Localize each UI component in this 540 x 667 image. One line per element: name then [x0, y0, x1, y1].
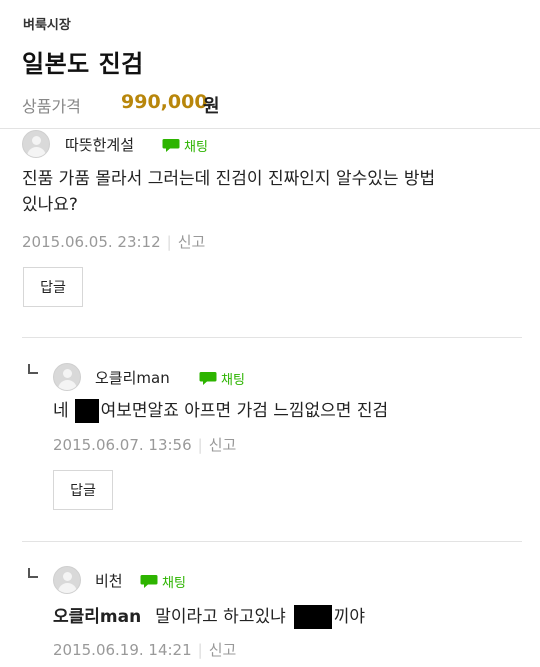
- divider: [22, 337, 522, 338]
- price-unit: 원: [203, 96, 220, 117]
- avatar[interactable]: [53, 566, 81, 594]
- comment-meta: 2015.06.05. 23:12 | 신고: [22, 233, 206, 251]
- chat-bubble-icon: [162, 139, 180, 152]
- product-title: 일본도 진검: [22, 50, 144, 78]
- chat-link[interactable]: 채팅: [162, 136, 208, 155]
- avatar[interactable]: [22, 130, 50, 158]
- comment-date: 2015.06.05. 23:12: [22, 233, 161, 251]
- report-link[interactable]: 신고: [209, 436, 237, 454]
- chat-link[interactable]: 채팅: [199, 369, 245, 388]
- comment-author[interactable]: 따뜻한계설: [65, 134, 134, 155]
- redaction-block: [293, 605, 332, 629]
- chat-bubble-icon: [199, 372, 217, 385]
- report-link[interactable]: 신고: [209, 641, 237, 659]
- chat-bubble-icon: [140, 575, 158, 588]
- reply-button[interactable]: 답글: [23, 267, 83, 307]
- market-name: 벼룩시장: [23, 18, 71, 33]
- comment-date: 2015.06.07. 13:56: [53, 436, 192, 454]
- chat-link[interactable]: 채팅: [140, 572, 186, 591]
- comment-meta: 2015.06.07. 13:56 | 신고: [53, 436, 237, 454]
- divider: [22, 541, 522, 542]
- reply-arrow-icon: [28, 568, 38, 578]
- chat-label: 채팅: [162, 576, 186, 591]
- mention[interactable]: 오클리man: [53, 607, 141, 627]
- redaction-block: [74, 399, 99, 423]
- comment-meta: 2015.06.19. 14:21 | 신고: [53, 641, 237, 659]
- comment-text: 네 여보면알죠 아프면 가검 느낌없으면 진검: [53, 399, 389, 423]
- report-link[interactable]: 신고: [178, 233, 206, 251]
- comment-author[interactable]: 오클리man: [95, 367, 170, 388]
- divider: [0, 128, 540, 129]
- chat-label: 채팅: [184, 140, 208, 155]
- chat-label: 채팅: [221, 373, 245, 388]
- avatar[interactable]: [53, 363, 81, 391]
- reply-button[interactable]: 답글: [53, 470, 113, 510]
- comment-author[interactable]: 비천: [95, 570, 123, 591]
- comment-text: 진품 가품 몰라서 그러는데 진검이 진짜인지 알수있는 방법 있나요?: [22, 169, 436, 215]
- comment-text: 오클리man 말이라고 하고있냐 끼야: [53, 605, 366, 629]
- price-value: 990,000: [121, 91, 208, 113]
- reply-arrow-icon: [28, 364, 38, 374]
- price-label: 상품가격: [22, 97, 81, 116]
- comment-date: 2015.06.19. 14:21: [53, 641, 192, 659]
